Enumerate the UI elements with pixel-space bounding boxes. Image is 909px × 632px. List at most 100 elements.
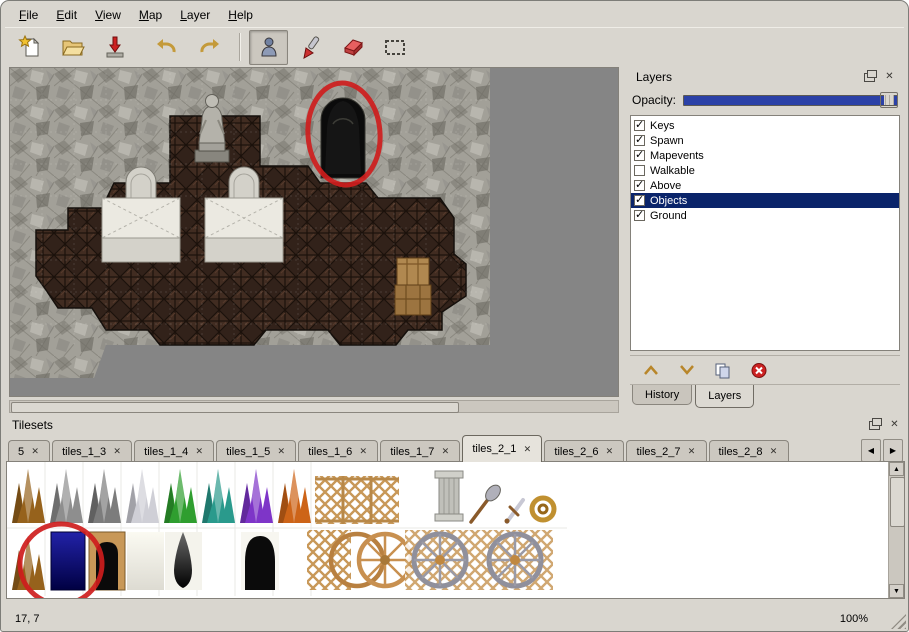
layer-visibility-checkbox[interactable]: [634, 210, 645, 221]
map-hscroll-thumb[interactable]: [11, 402, 459, 413]
cursor-coordinates: 17, 7: [15, 613, 39, 625]
menu-item-file[interactable]: File: [11, 6, 46, 24]
duplicate-layer-button[interactable]: [712, 360, 734, 380]
open-button[interactable]: [53, 30, 92, 65]
tileset-tab-partial[interactable]: 5: [8, 440, 50, 462]
close-tab-icon[interactable]: [112, 447, 122, 457]
undo-button[interactable]: [147, 30, 186, 65]
layer-row-above[interactable]: Above: [631, 178, 899, 193]
track-wheel-assembly-tiles: [405, 530, 553, 590]
tileset-tab-tiles-1-4[interactable]: tiles_1_4: [134, 440, 214, 462]
tileset-tab-tiles-2-8[interactable]: tiles_2_8: [709, 440, 789, 462]
layer-visibility-checkbox[interactable]: [634, 120, 645, 131]
map-canvas[interactable]: [9, 67, 619, 397]
tileset-tab-label: tiles_1_4: [144, 446, 188, 458]
tileset-tab-tiles-2-7[interactable]: tiles_2_7: [626, 440, 706, 462]
layer-visibility-checkbox[interactable]: [634, 195, 645, 206]
layer-visibility-checkbox[interactable]: [634, 135, 645, 146]
map-horizontal-scrollbar[interactable]: [9, 400, 619, 413]
layer-visibility-checkbox[interactable]: [634, 165, 645, 176]
close-tab-icon[interactable]: [522, 444, 532, 454]
scroll-down-icon[interactable]: [889, 584, 904, 598]
tab-history-label: History: [645, 389, 679, 401]
close-tab-icon[interactable]: [687, 447, 697, 457]
layer-visibility-checkbox[interactable]: [634, 180, 645, 191]
close-tab-icon[interactable]: [358, 447, 368, 457]
tileset-tab-label: tiles_1_5: [226, 446, 270, 458]
drip-tile: [165, 532, 202, 590]
selection-tool-button[interactable]: [375, 30, 414, 65]
layer-visibility-checkbox[interactable]: [634, 150, 645, 161]
tileset-tab-label: tiles_2_6: [554, 446, 598, 458]
dark-figure-sprite: [321, 98, 365, 178]
new-file-icon: [18, 34, 44, 60]
menu-item-help[interactable]: Help: [220, 6, 261, 24]
layer-row-mapevents[interactable]: Mapevents: [631, 148, 899, 163]
tilesets-float-button[interactable]: [866, 417, 883, 434]
tab-history[interactable]: History: [632, 385, 692, 405]
new-file-button[interactable]: [11, 30, 50, 65]
tileset-tab-label: tiles_1_6: [308, 446, 352, 458]
layers-dock-tabs: History Layers: [632, 385, 757, 409]
layer-row-ground[interactable]: Ground: [631, 208, 899, 223]
menu-item-view[interactable]: View: [87, 6, 129, 24]
delete-layer-button[interactable]: [748, 360, 770, 380]
tileset-canvas[interactable]: [7, 462, 889, 598]
close-tab-icon[interactable]: [440, 447, 450, 457]
layer-row-objects[interactable]: Objects: [631, 193, 899, 208]
tilesets-close-button[interactable]: [886, 417, 903, 434]
redo-button[interactable]: [189, 30, 228, 65]
layer-label: Ground: [650, 210, 687, 222]
tileset-tab-tiles-2-6[interactable]: tiles_2_6: [544, 440, 624, 462]
menu-item-layer[interactable]: Layer: [172, 6, 218, 24]
tab-layers[interactable]: Layers: [695, 385, 754, 408]
paint-tool-button[interactable]: [291, 30, 330, 65]
tileset-lattice-track-top: [315, 476, 399, 524]
close-tab-icon[interactable]: [604, 447, 614, 457]
tileset-vscroll-thumb[interactable]: [890, 477, 905, 527]
layer-row-spawn[interactable]: Spawn: [631, 133, 899, 148]
move-layer-down-button[interactable]: [676, 360, 698, 380]
opacity-slider[interactable]: [683, 95, 898, 106]
tileset-tab-label: tiles_2_1: [472, 443, 516, 455]
close-tab-icon[interactable]: [30, 447, 40, 457]
paint-brush-icon: [298, 34, 324, 60]
layer-label: Above: [650, 180, 681, 192]
statusbar: 17, 7 100%: [3, 607, 906, 631]
layer-label: Keys: [650, 120, 674, 132]
close-tab-icon[interactable]: [276, 447, 286, 457]
person-tool-button[interactable]: [249, 30, 288, 65]
close-tab-icon[interactable]: [769, 447, 779, 457]
layer-label: Objects: [650, 195, 687, 207]
tileset-tab-tiles-1-5[interactable]: tiles_1_5: [216, 440, 296, 462]
float-icon: [864, 73, 875, 82]
tileset-tab-tiles-2-1[interactable]: tiles_2_1: [462, 435, 542, 462]
menu-item-map[interactable]: Map: [131, 6, 170, 24]
tileset-tab-tiles-1-3[interactable]: tiles_1_3: [52, 440, 132, 462]
menubar: File Edit View Map Layer Help: [5, 5, 904, 25]
chevron-down-icon: [678, 363, 696, 377]
layers-float-button[interactable]: [861, 69, 878, 86]
tileset-tab-tiles-1-7[interactable]: tiles_1_7: [380, 440, 460, 462]
menu-item-edit[interactable]: Edit: [48, 6, 85, 24]
save-button[interactable]: [95, 30, 134, 65]
scroll-up-icon[interactable]: [889, 462, 904, 476]
tileset-vertical-scrollbar[interactable]: [888, 462, 904, 598]
layer-row-walkable[interactable]: Walkable: [631, 163, 899, 178]
selected-blue-tile: [51, 532, 85, 590]
close-tab-icon[interactable]: [194, 447, 204, 457]
cave-arch-tile: [241, 532, 279, 590]
map-render: [10, 68, 618, 396]
scroll-tabs-left-button[interactable]: [861, 439, 881, 462]
eraser-tool-button[interactable]: [333, 30, 372, 65]
faded-white-tile: [127, 532, 164, 590]
opacity-slider-handle[interactable]: [880, 92, 898, 108]
move-layer-up-button[interactable]: [640, 360, 662, 380]
toolbar-separator: [239, 33, 241, 61]
layers-close-button[interactable]: [881, 69, 898, 86]
tileset-tab-tiles-1-6[interactable]: tiles_1_6: [298, 440, 378, 462]
scroll-tabs-right-button[interactable]: [883, 439, 903, 462]
tilesets-panel-titlebar: Tilesets: [4, 415, 907, 435]
layer-row-keys[interactable]: Keys: [631, 118, 899, 133]
open-folder-icon: [60, 34, 86, 60]
